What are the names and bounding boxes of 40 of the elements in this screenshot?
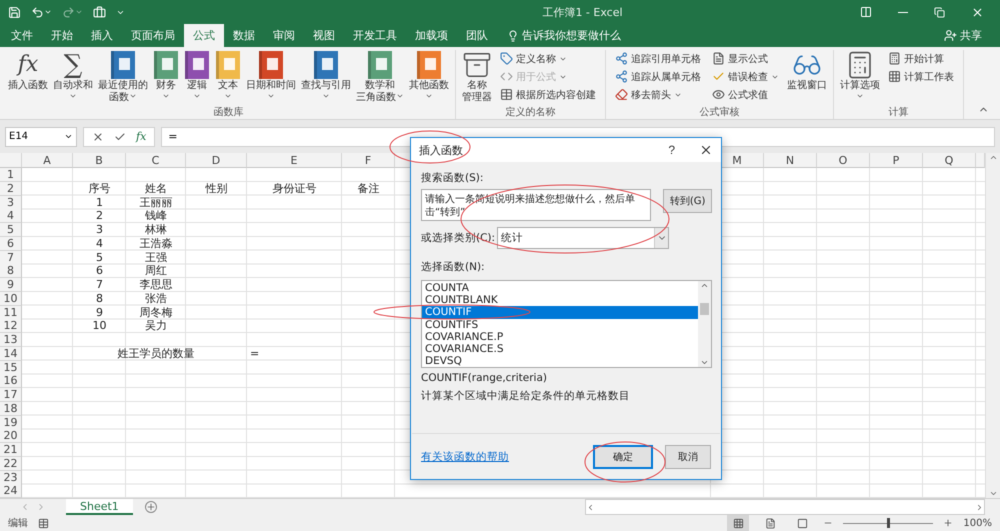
table-cell: 序号: [88, 182, 110, 195]
table-cell: 性别: [206, 182, 228, 195]
table-cell: 3: [96, 224, 103, 236]
table-cell: 1: [96, 196, 103, 208]
table-cell: 姓王学员的数量: [118, 348, 194, 360]
group-label: 计算: [888, 106, 910, 119]
table-cell: 钱峰: [145, 210, 167, 222]
zoom-level: 100%: [963, 518, 992, 528]
group-label: 定义的名称: [504, 106, 556, 119]
function-signature: COUNTIF(range,criteria): [421, 372, 548, 384]
group-label: 公式审核: [698, 106, 740, 119]
table-cell: 姓名: [145, 182, 167, 195]
table-cell: 林琳: [145, 224, 167, 236]
table-cell: 10: [92, 320, 106, 332]
table-cell: 2: [96, 210, 103, 222]
table-cell: 6: [96, 265, 103, 278]
group-label: 函数库: [212, 106, 244, 119]
field-label: 搜索函数(S):: [421, 171, 484, 185]
table-cell: 张浩: [145, 292, 167, 305]
status-mode: 编辑: [8, 516, 28, 530]
table-cell: 周冬梅: [140, 306, 172, 318]
sigma-icon: ∑: [64, 50, 82, 80]
window-title: 工作簿1 - Excel: [541, 4, 624, 20]
table-cell: 吴力: [145, 320, 167, 332]
table-cell: 王丽丽: [140, 196, 172, 208]
table-cell: 4: [96, 238, 103, 250]
table-cell: 王强: [145, 252, 167, 264]
table-cell: 李思思: [140, 279, 172, 291]
table-cell: 9: [96, 306, 103, 318]
table-cell: 王浩淼: [140, 238, 172, 250]
table-cell: =: [250, 348, 260, 360]
table-cell: 5: [96, 252, 103, 264]
table-cell: 备注: [358, 182, 380, 195]
table-cell: 周红: [145, 265, 167, 278]
table-cell: 7: [96, 279, 103, 291]
function-description: 计算某个区域中满足给定条件的单元格数目: [421, 389, 631, 403]
field-label: 选择函数(N):: [421, 260, 486, 274]
table-cell: 8: [96, 292, 103, 305]
fx-icon: fx: [18, 50, 38, 80]
table-cell: 身份证号: [272, 182, 316, 195]
